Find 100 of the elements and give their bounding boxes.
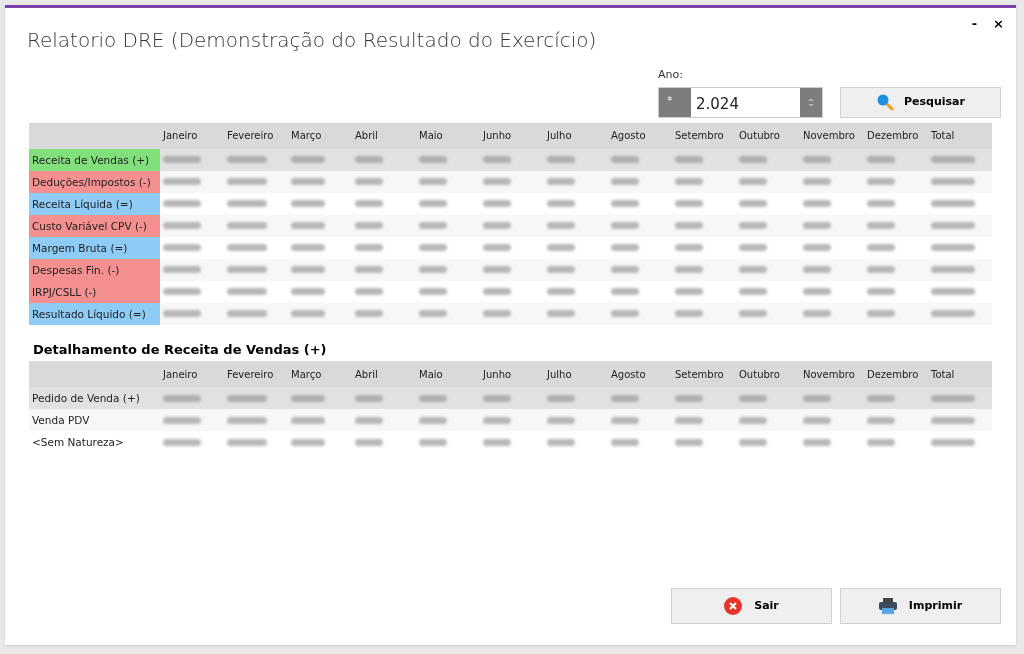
- blurred-value: [611, 244, 639, 251]
- blurred-value: [547, 178, 575, 185]
- blurred-value: [739, 438, 767, 446]
- blurred-value: [611, 200, 639, 207]
- blurred-value: [419, 222, 447, 229]
- blurred-value: [163, 178, 201, 185]
- blurred-value: [291, 310, 325, 317]
- blurred-value: [355, 266, 383, 273]
- blurred-value: [483, 288, 511, 295]
- blurred-value: [675, 310, 703, 317]
- column-header: Outubro: [738, 367, 781, 382]
- table-row[interactable]: Resultado Líquido (=): [29, 302, 992, 325]
- blurred-value: [227, 288, 267, 295]
- blurred-value: [227, 310, 267, 317]
- blurred-value: [419, 310, 447, 317]
- blurred-value: [867, 310, 895, 317]
- blurred-value: [867, 394, 895, 402]
- blurred-value: [547, 438, 575, 446]
- year-spin-field[interactable]: * 2.024: [658, 86, 823, 118]
- blurred-value: [675, 200, 703, 207]
- table-row[interactable]: Deduções/Impostos (-): [29, 170, 992, 193]
- search-button[interactable]: Pesquisar: [840, 86, 1001, 118]
- section-title: Detalhamento de Receita de Vendas (+): [32, 340, 328, 359]
- close-button[interactable]: ×: [993, 14, 1004, 34]
- blurred-value: [739, 244, 767, 251]
- column-header: Abril: [354, 367, 379, 382]
- blurred-value: [227, 244, 267, 251]
- spinner-icon[interactable]: [800, 87, 822, 117]
- blurred-value: [867, 178, 895, 185]
- blurred-value: [739, 310, 767, 317]
- blurred-value: [611, 156, 639, 163]
- table-row[interactable]: Pedido de Venda (+): [29, 387, 992, 409]
- blurred-value: [163, 394, 201, 402]
- printer-icon: [878, 598, 897, 614]
- blurred-value: [931, 156, 975, 163]
- column-header: Maio: [418, 367, 444, 382]
- blurred-value: [419, 416, 447, 424]
- blurred-value: [291, 244, 325, 251]
- column-header: Junho: [481, 367, 513, 382]
- blurred-value: [483, 310, 511, 317]
- year-label: Ano:: [658, 67, 684, 83]
- table-row[interactable]: Venda PDV: [29, 409, 992, 431]
- search-icon: [876, 93, 894, 111]
- blurred-value: [483, 156, 511, 163]
- blurred-value: [355, 178, 383, 185]
- blurred-value: [291, 178, 325, 185]
- blurred-value: [419, 244, 447, 251]
- column-header: Setembro: [674, 129, 725, 143]
- table-row[interactable]: Receita de Vendas (+): [29, 148, 992, 171]
- exit-button[interactable]: Sair: [671, 588, 832, 624]
- blurred-value: [355, 416, 383, 424]
- table-row[interactable]: Custo Variável CPV (-): [29, 214, 992, 237]
- column-header: Abril: [354, 129, 379, 143]
- blurred-value: [291, 416, 325, 424]
- blurred-value: [483, 394, 511, 402]
- close-circle-icon: [724, 597, 743, 615]
- blurred-value: [547, 244, 575, 251]
- blurred-value: [675, 438, 703, 446]
- column-header: Novembro: [802, 367, 856, 382]
- blurred-value: [931, 266, 975, 273]
- blurred-value: [803, 222, 831, 229]
- blurred-value: [739, 156, 767, 163]
- blurred-value: [675, 266, 703, 273]
- column-header: Janeiro: [161, 129, 199, 143]
- blurred-value: [803, 394, 831, 402]
- column-header: Março: [290, 367, 323, 382]
- blurred-value: [867, 156, 895, 163]
- column-header: Setembro: [674, 367, 725, 382]
- column-header: Total: [930, 367, 956, 382]
- blurred-value: [739, 178, 767, 185]
- print-button[interactable]: Imprimir: [840, 588, 1001, 624]
- column-header: Outubro: [738, 129, 781, 143]
- blurred-value: [803, 266, 831, 273]
- blurred-value: [547, 222, 575, 229]
- blurred-value: [291, 222, 325, 229]
- blurred-value: [483, 416, 511, 424]
- blurred-value: [355, 222, 383, 229]
- blurred-value: [355, 310, 383, 317]
- column-header: Agosto: [610, 129, 647, 143]
- year-value: 2.024: [695, 93, 740, 115]
- blurred-value: [355, 438, 383, 446]
- blurred-value: [803, 438, 831, 446]
- blurred-value: [483, 222, 511, 229]
- blurred-value: [739, 394, 767, 402]
- column-header: Fevereiro: [226, 367, 275, 382]
- blurred-value: [419, 178, 447, 185]
- table-row[interactable]: Despesas Fin. (-): [29, 258, 992, 281]
- row-label: <Sem Natureza>: [31, 435, 125, 450]
- blurred-value: [931, 438, 975, 446]
- blurred-value: [611, 222, 639, 229]
- minimize-button[interactable]: -: [971, 14, 978, 34]
- blurred-value: [739, 222, 767, 229]
- blurred-value: [611, 416, 639, 424]
- blurred-value: [931, 222, 975, 229]
- row-label: Receita de Vendas (+): [29, 148, 160, 171]
- field-prefix: *: [659, 87, 691, 117]
- row-label: Margem Bruta (=): [29, 236, 160, 259]
- blurred-value: [739, 200, 767, 207]
- blurred-value: [483, 244, 511, 251]
- row-label: Deduções/Impostos (-): [29, 170, 160, 193]
